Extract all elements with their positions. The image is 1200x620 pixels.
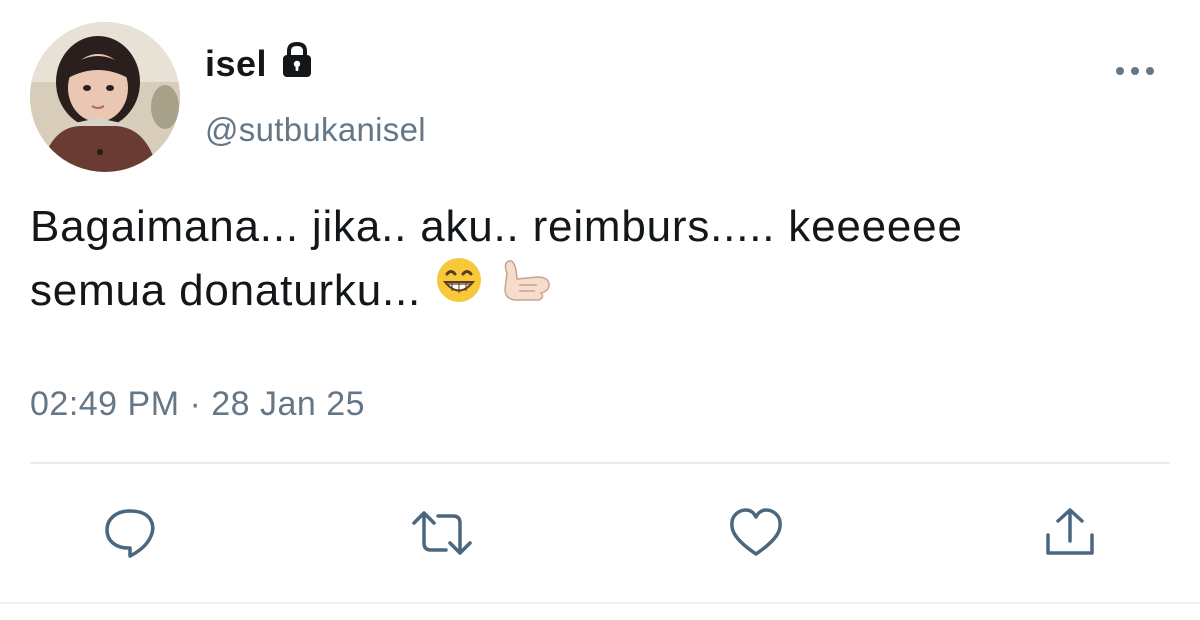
reply-button[interactable]: [102, 505, 158, 561]
tweet-timestamp[interactable]: 02:49 PM · 28 Jan 25: [30, 380, 365, 428]
more-options-icon[interactable]: [1110, 56, 1160, 86]
tweet-line-2: semua donaturku...: [30, 258, 1170, 327]
share-button[interactable]: [1042, 505, 1098, 561]
lock-icon: [277, 40, 317, 80]
reply-icon: [105, 509, 155, 558]
grinning-face-emoji: [434, 255, 484, 323]
like-icon: [730, 508, 782, 556]
display-name[interactable]: isel: [205, 40, 317, 88]
divider: [30, 462, 1170, 464]
tweet-text: Bagaimana... jika.. aku.. reimburs..... …: [30, 195, 1170, 327]
share-icon: [1046, 508, 1094, 555]
display-name-text: isel: [205, 43, 268, 84]
avatar[interactable]: [30, 22, 180, 172]
tweet-line-2-text: semua donaturku...: [30, 266, 422, 315]
call-me-hand-emoji: [497, 255, 553, 323]
bottom-divider: [0, 602, 1200, 604]
like-button[interactable]: [728, 505, 784, 561]
retweet-icon: [412, 511, 472, 555]
user-handle[interactable]: @sutbukanisel: [205, 108, 426, 152]
tweet-line-1: Bagaimana... jika.. aku.. reimburs..... …: [30, 202, 963, 251]
retweet-button[interactable]: [410, 505, 474, 561]
